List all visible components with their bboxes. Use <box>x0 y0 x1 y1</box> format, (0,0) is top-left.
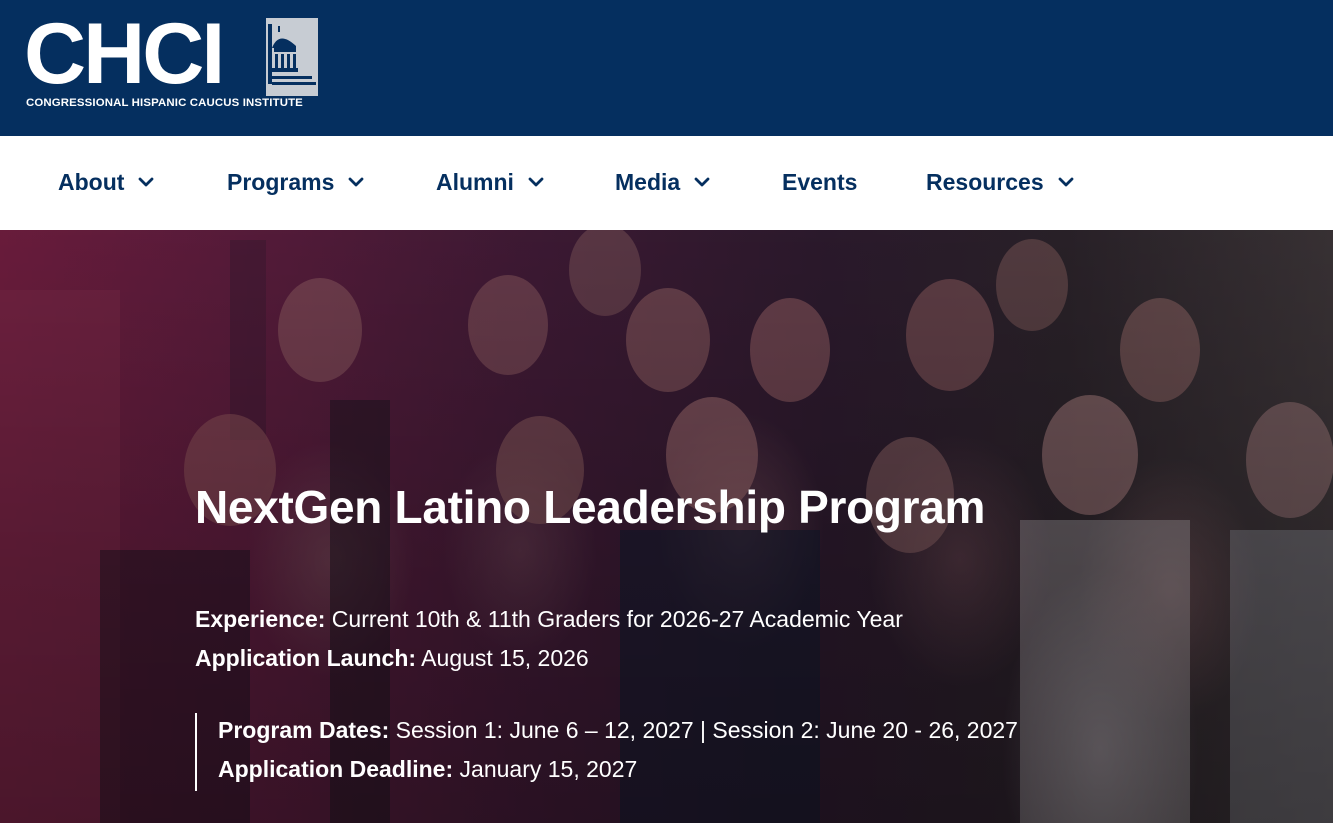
logo-wordmark: CHCI <box>24 6 225 102</box>
experience-label: Experience: <box>195 606 326 632</box>
nav-item-events[interactable]: Events <box>782 167 857 197</box>
launch-value: August 15, 2026 <box>416 645 589 671</box>
nav-label: Alumni <box>436 168 514 195</box>
chevron-down-icon <box>139 177 154 187</box>
program-dates-line: Program Dates: Session 1: June 6 – 12, 2… <box>218 717 1018 744</box>
nav-label: About <box>58 168 125 195</box>
hero-banner: NextGen Latino Leadership Program Experi… <box>0 230 1333 823</box>
chevron-down-icon <box>348 177 364 187</box>
nav-label: Events <box>782 168 858 195</box>
chevron-down-icon <box>694 177 710 187</box>
deadline-label: Application Deadline: <box>218 756 454 782</box>
site-header: CHCI CONGRESSIONAL HISPANIC CAUCUS INSTI… <box>0 0 1333 136</box>
nav-item-about[interactable]: About <box>58 167 154 197</box>
nav-item-media[interactable]: Media <box>615 167 710 197</box>
capitol-dome-icon <box>266 18 318 96</box>
chevron-down-icon <box>528 177 544 187</box>
experience-value: Current 10th & 11th Graders for 2026-27 … <box>325 606 903 632</box>
key-dates-box: Program Dates: Session 1: June 6 – 12, 2… <box>195 713 1018 791</box>
experience-line: Experience: Current 10th & 11th Graders … <box>195 606 903 633</box>
nav-item-resources[interactable]: Resources <box>926 167 1074 197</box>
program-dates-value: Session 1: June 6 – 12, 2027 | Session 2… <box>389 717 1018 743</box>
nav-label: Resources <box>926 168 1044 195</box>
nav-item-alumni[interactable]: Alumni <box>436 167 544 197</box>
nav-label: Programs <box>227 168 335 195</box>
deadline-value: January 15, 2027 <box>453 756 638 782</box>
main-nav: About Programs Alumni Media Events Resou… <box>0 136 1333 230</box>
launch-label: Application Launch: <box>195 645 417 671</box>
chci-logo[interactable]: CHCI CONGRESSIONAL HISPANIC CAUCUS INSTI… <box>24 6 320 114</box>
program-dates-label: Program Dates: <box>218 717 390 743</box>
application-launch-line: Application Launch: August 15, 2026 <box>195 645 589 672</box>
nav-label: Media <box>615 168 681 195</box>
page-title: NextGen Latino Leadership Program <box>195 481 986 533</box>
application-deadline-line: Application Deadline: January 15, 2027 <box>218 756 637 783</box>
chevron-down-icon <box>1058 177 1074 187</box>
nav-item-programs[interactable]: Programs <box>227 167 364 197</box>
logo-subtitle: CONGRESSIONAL HISPANIC CAUCUS INSTITUTE <box>26 97 303 109</box>
